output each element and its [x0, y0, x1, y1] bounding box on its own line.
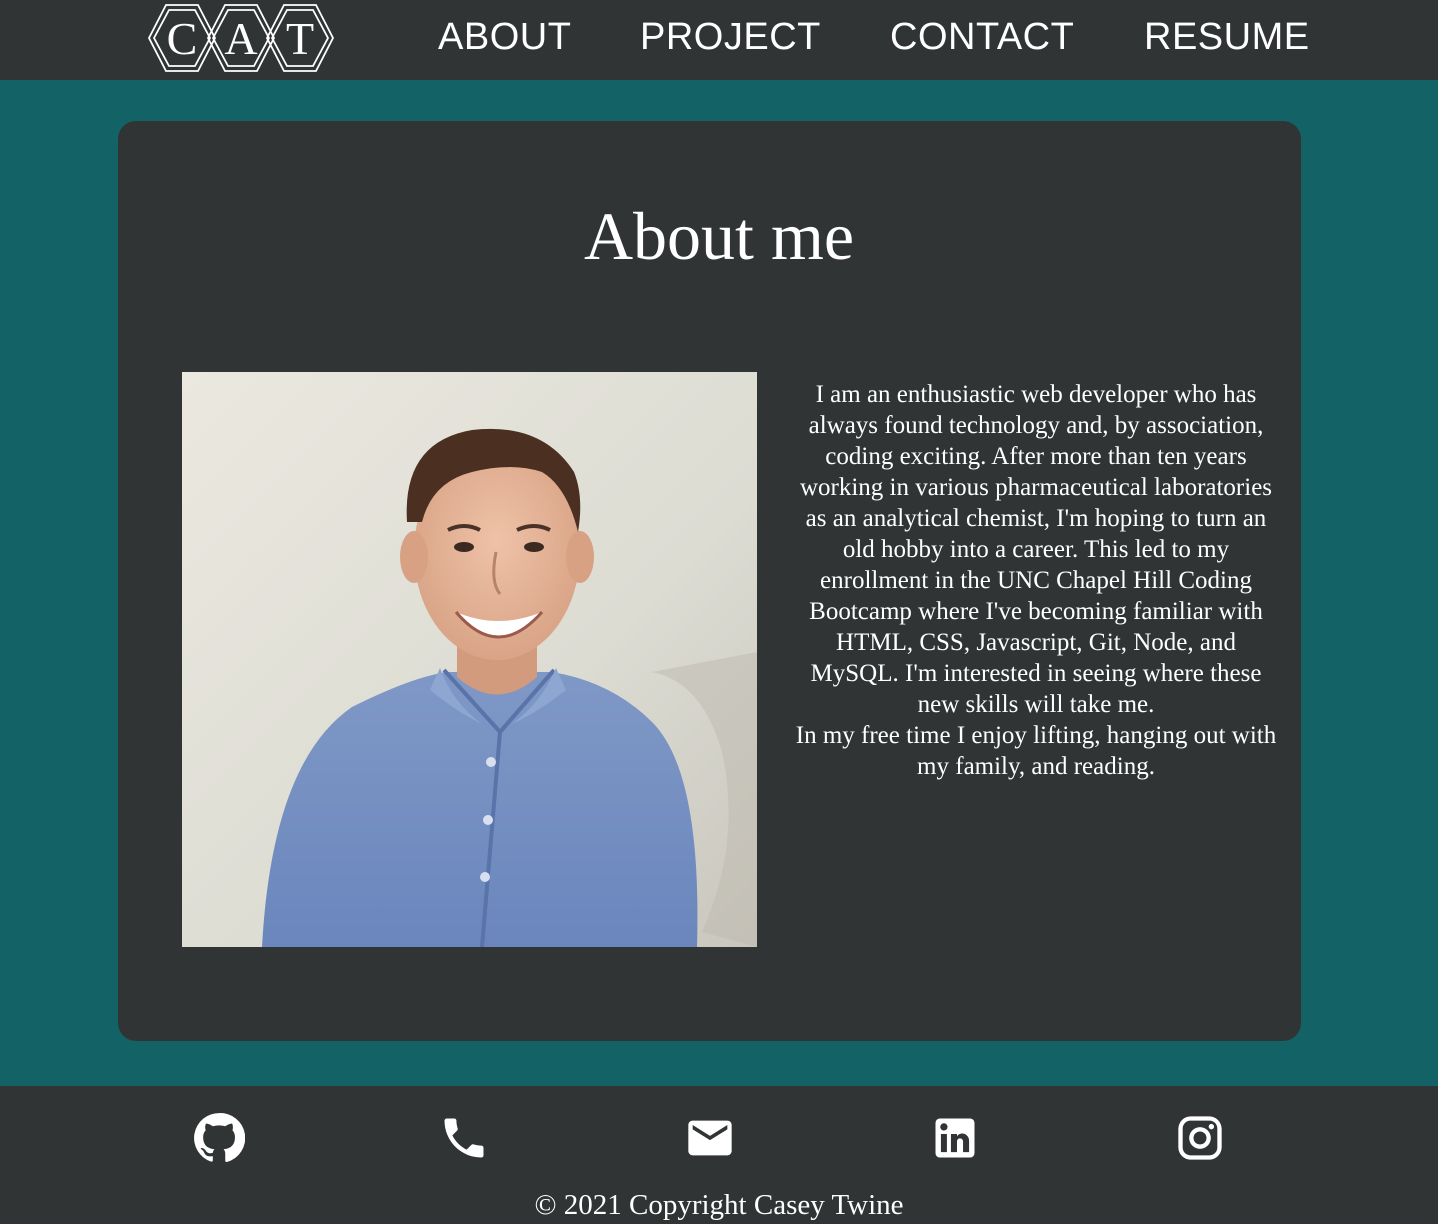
- linkedin-link[interactable]: [929, 1112, 981, 1164]
- linkedin-icon: [935, 1118, 975, 1158]
- email-icon: [688, 1120, 732, 1156]
- phone-link[interactable]: [438, 1112, 490, 1164]
- nav-project[interactable]: PROJECT: [640, 15, 821, 59]
- instagram-icon: [1178, 1116, 1222, 1160]
- logo-letter-t: T: [286, 13, 314, 64]
- cat-logo: C A T: [147, 4, 335, 72]
- github-link[interactable]: [193, 1112, 245, 1164]
- copyright-text: © 2021 Copyright Casey Twine: [534, 1189, 904, 1221]
- bio-text: I am an enthusiastic web developer who h…: [790, 379, 1282, 782]
- logo-letter-c: C: [167, 13, 198, 64]
- nav-resume[interactable]: RESUME: [1144, 15, 1310, 59]
- nav-contact[interactable]: CONTACT: [890, 15, 1074, 59]
- logo-letter-a: A: [224, 13, 257, 64]
- phone-icon: [444, 1118, 484, 1158]
- bio-paragraph: I am an enthusiastic web developer who h…: [799, 381, 1273, 718]
- email-link[interactable]: [684, 1112, 736, 1164]
- bio-paragraph: In my free time I enjoy lifting, hanging…: [795, 722, 1277, 780]
- github-icon: [194, 1113, 245, 1163]
- nav-about[interactable]: ABOUT: [438, 15, 571, 59]
- profile-photo: [182, 372, 757, 947]
- logo-link[interactable]: C A T: [147, 1, 337, 75]
- about-title: About me: [583, 198, 855, 274]
- instagram-link[interactable]: [1174, 1112, 1226, 1164]
